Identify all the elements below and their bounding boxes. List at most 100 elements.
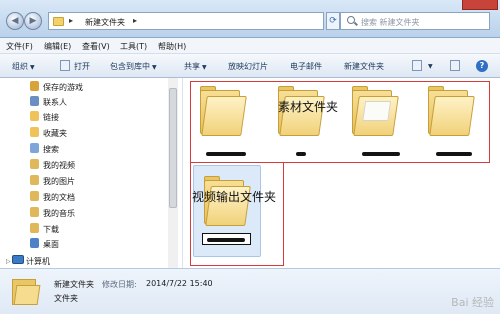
redacted-name xyxy=(206,152,246,156)
chevron-down-icon: ▼ xyxy=(152,64,157,71)
music-icon xyxy=(30,207,39,217)
folder-item[interactable] xyxy=(200,84,247,136)
chevron-down-icon: ▼ xyxy=(30,64,35,71)
nav-item-contacts[interactable]: 联系人 xyxy=(30,95,180,109)
nav-item-videos[interactable]: 我的视频 xyxy=(30,158,180,172)
details-pane: 新建文件夹 修改日期: 2014/7/22 15:40 文件夹 Bai 经验 xyxy=(0,268,500,314)
new-folder-button[interactable]: 新建文件夹 xyxy=(344,61,384,72)
menu-help[interactable]: 帮助(H) xyxy=(158,41,186,52)
search-icon xyxy=(347,16,355,24)
selected-item-name: 新建文件夹 xyxy=(54,280,94,289)
rename-field[interactable] xyxy=(202,233,251,245)
folder-icon-front xyxy=(353,96,399,136)
refresh-button[interactable]: ⟳ xyxy=(326,12,340,30)
organize-button[interactable]: 组织 ▼ xyxy=(12,61,35,72)
help-icon[interactable]: ? xyxy=(476,60,488,72)
search-input[interactable]: 搜索 新建文件夹 xyxy=(340,12,490,30)
pictures-icon xyxy=(30,175,39,185)
redacted-name xyxy=(362,152,400,156)
favorites-icon xyxy=(30,127,39,137)
watermark: Bai 经验 xyxy=(451,296,494,309)
nav-item-label: 链接 xyxy=(43,113,59,122)
close-button[interactable] xyxy=(462,0,498,10)
downloads-icon xyxy=(30,223,39,233)
item-type: 文件夹 xyxy=(54,294,78,303)
share-label: 共享 xyxy=(184,62,200,71)
nav-item-pictures[interactable]: 我的图片 xyxy=(30,174,180,188)
navigation-pane: 保存的游戏 联系人 链接 收藏夹 搜索 我的视频 我的图片 我的文档 我的音乐 … xyxy=(0,78,183,268)
include-in-library-button[interactable]: 包含到库中 ▼ xyxy=(110,61,157,72)
chevron-right-icon[interactable]: ▸ xyxy=(133,16,137,25)
documents-icon xyxy=(30,191,39,201)
document-paper xyxy=(362,101,392,121)
command-toolbar: 组织 ▼ 打开 包含到库中 ▼ 共享 ▼ 放映幻灯片 电子邮件 新建文件夹 ▼ ? xyxy=(0,54,500,78)
nav-item-label: 联系人 xyxy=(43,98,67,107)
nav-item-links[interactable]: 链接 xyxy=(30,110,180,124)
nav-item-downloads[interactable]: 下载 xyxy=(30,222,180,236)
nav-item-desktop[interactable]: 桌面 xyxy=(30,237,180,251)
nav-item-label: 下载 xyxy=(43,225,59,234)
menu-bar: 文件(F) 编辑(E) 查看(V) 工具(T) 帮助(H) xyxy=(0,38,500,54)
computer-icon xyxy=(12,255,24,264)
nav-item-saved-games[interactable]: 保存的游戏 xyxy=(30,80,180,94)
view-options-icon[interactable] xyxy=(412,60,422,71)
nav-item-label: 保存的游戏 xyxy=(43,83,83,92)
folder-icon-front xyxy=(429,96,475,136)
menu-view[interactable]: 查看(V) xyxy=(82,41,110,52)
menu-tools[interactable]: 工具(T) xyxy=(120,41,147,52)
nav-item-computer[interactable]: 计算机 xyxy=(12,254,162,268)
nav-item-music[interactable]: 我的音乐 xyxy=(30,206,180,220)
folder-item[interactable] xyxy=(428,84,475,136)
nav-item-label: 桌面 xyxy=(43,240,59,249)
search-placeholder: 搜索 新建文件夹 xyxy=(361,18,420,27)
links-icon xyxy=(30,111,39,121)
nav-scrollbar[interactable] xyxy=(168,78,178,268)
title-bar: ◀ ▶ ▸ 新建文件夹 ▸ ⟳ 搜索 新建文件夹 xyxy=(0,0,500,38)
modified-date-label: 修改日期: xyxy=(102,280,137,289)
nav-item-label: 我的视频 xyxy=(43,161,75,170)
chevron-down-icon[interactable]: ▼ xyxy=(428,63,433,70)
organize-label: 组织 xyxy=(12,62,28,71)
email-button[interactable]: 电子邮件 xyxy=(290,61,322,72)
redacted-name xyxy=(436,152,472,156)
search-folder-icon xyxy=(30,143,39,153)
annotation-label-top: 素材文件夹 xyxy=(278,100,339,114)
annotation-label-bottom: 视频输出文件夹 xyxy=(192,190,277,204)
menu-edit[interactable]: 编辑(E) xyxy=(44,41,71,52)
breadcrumb[interactable]: 新建文件夹 xyxy=(85,17,125,28)
preview-pane-icon[interactable] xyxy=(450,60,460,71)
videos-icon xyxy=(30,159,39,169)
nav-item-label: 我的图片 xyxy=(43,177,75,186)
include-in-library-label: 包含到库中 xyxy=(110,62,150,71)
address-bar[interactable]: ▸ 新建文件夹 ▸ xyxy=(48,12,324,30)
folder-icon xyxy=(53,17,64,26)
nav-item-label: 搜索 xyxy=(43,145,59,154)
nav-item-search[interactable]: 搜索 xyxy=(30,142,180,156)
folder-icon xyxy=(12,275,41,305)
expand-arrow-icon[interactable]: ▷ xyxy=(6,258,11,265)
nav-item-label: 我的音乐 xyxy=(43,209,75,218)
desktop-icon xyxy=(30,238,39,248)
saved-games-icon xyxy=(30,81,39,91)
nav-item-favorites[interactable]: 收藏夹 xyxy=(30,126,180,140)
folder-icon-front xyxy=(13,285,41,305)
slideshow-button[interactable]: 放映幻灯片 xyxy=(228,61,268,72)
chevron-down-icon: ▼ xyxy=(202,64,207,71)
nav-item-label: 收藏夹 xyxy=(43,129,67,138)
folder-icon-front xyxy=(201,96,247,136)
folder-item[interactable] xyxy=(352,84,399,136)
contacts-icon xyxy=(30,96,39,106)
menu-file[interactable]: 文件(F) xyxy=(6,41,33,52)
open-button[interactable]: 打开 xyxy=(74,61,90,72)
forward-button[interactable]: ▶ xyxy=(24,12,42,30)
open-icon xyxy=(60,60,70,71)
nav-item-label: 我的文档 xyxy=(43,193,75,202)
share-button[interactable]: 共享 ▼ xyxy=(184,61,207,72)
redacted-name xyxy=(296,152,306,156)
nav-item-label: 计算机 xyxy=(26,257,50,266)
back-button[interactable]: ◀ xyxy=(6,12,24,30)
scrollbar-thumb[interactable] xyxy=(169,88,177,208)
nav-item-documents[interactable]: 我的文档 xyxy=(30,190,180,204)
redacted-name xyxy=(207,238,245,242)
modified-date-value: 2014/7/22 15:40 xyxy=(146,279,213,288)
